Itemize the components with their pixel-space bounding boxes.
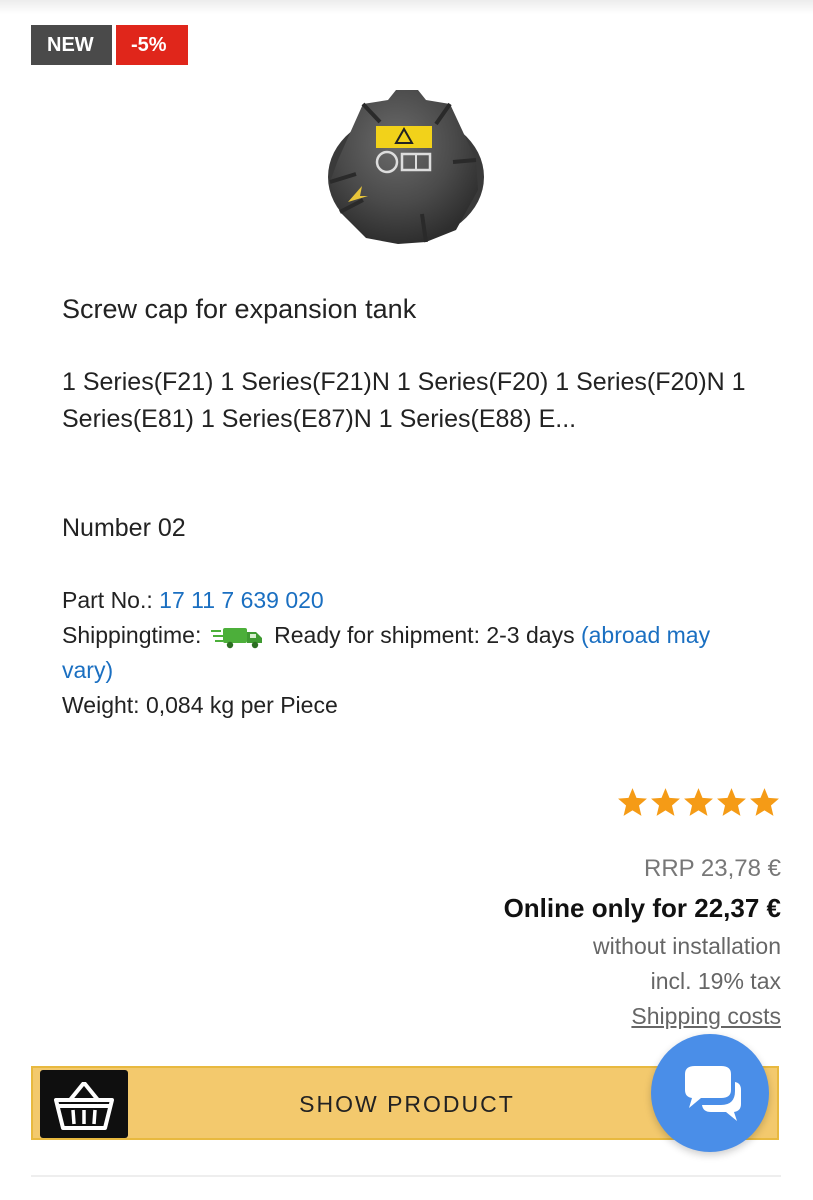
part-number-link[interactable]: 17 11 7 639 020 [159, 587, 324, 613]
shipping-label: Shippingtime: [62, 622, 202, 648]
chat-button[interactable] [651, 1034, 769, 1152]
product-badges: NEW -5% [31, 25, 188, 65]
weight-info: Weight: 0,084 kg per Piece [62, 692, 338, 718]
part-number-row: Part No.: 17 11 7 639 020 [62, 583, 762, 618]
installation-note: without installation [593, 933, 781, 959]
online-price: Online only for 22,37 € [503, 893, 781, 923]
compatible-models: 1 Series(F21) 1 Series(F21)N 1 Series(F2… [62, 368, 746, 433]
rrp-price: RRP 23,78 € [644, 855, 781, 882]
discount-badge: -5% [116, 25, 188, 65]
star-icon [618, 788, 647, 816]
product-number: Number 02 [62, 514, 186, 542]
rating-stars [616, 786, 781, 819]
shipping-time-text: Ready for shipment: 2-3 days [274, 622, 575, 648]
price-box: RRP 23,78 € Online only for 22,37 € with… [504, 852, 781, 1034]
new-badge: NEW [31, 25, 112, 65]
product-image[interactable] [318, 82, 493, 250]
star-icon [717, 788, 746, 816]
star-icon [684, 788, 713, 816]
product-details: Part No.: 17 11 7 639 020 Shippingtime: … [62, 583, 762, 723]
star-icon [750, 788, 779, 816]
part-number-label: Part No.: [62, 587, 153, 613]
star-icon [651, 788, 680, 816]
shipping-row: Shippingtime: Ready for shipment: 2-3 da… [62, 618, 762, 688]
chat-bubbles-icon [685, 1066, 741, 1121]
tax-note: incl. 19% tax [650, 968, 781, 994]
divider [31, 1175, 781, 1177]
shipping-costs-link[interactable]: Shipping costs [504, 999, 781, 1034]
header-shadow [0, 0, 813, 14]
product-title[interactable]: Screw cap for expansion tank [62, 294, 416, 325]
delivery-truck-icon [210, 628, 262, 649]
